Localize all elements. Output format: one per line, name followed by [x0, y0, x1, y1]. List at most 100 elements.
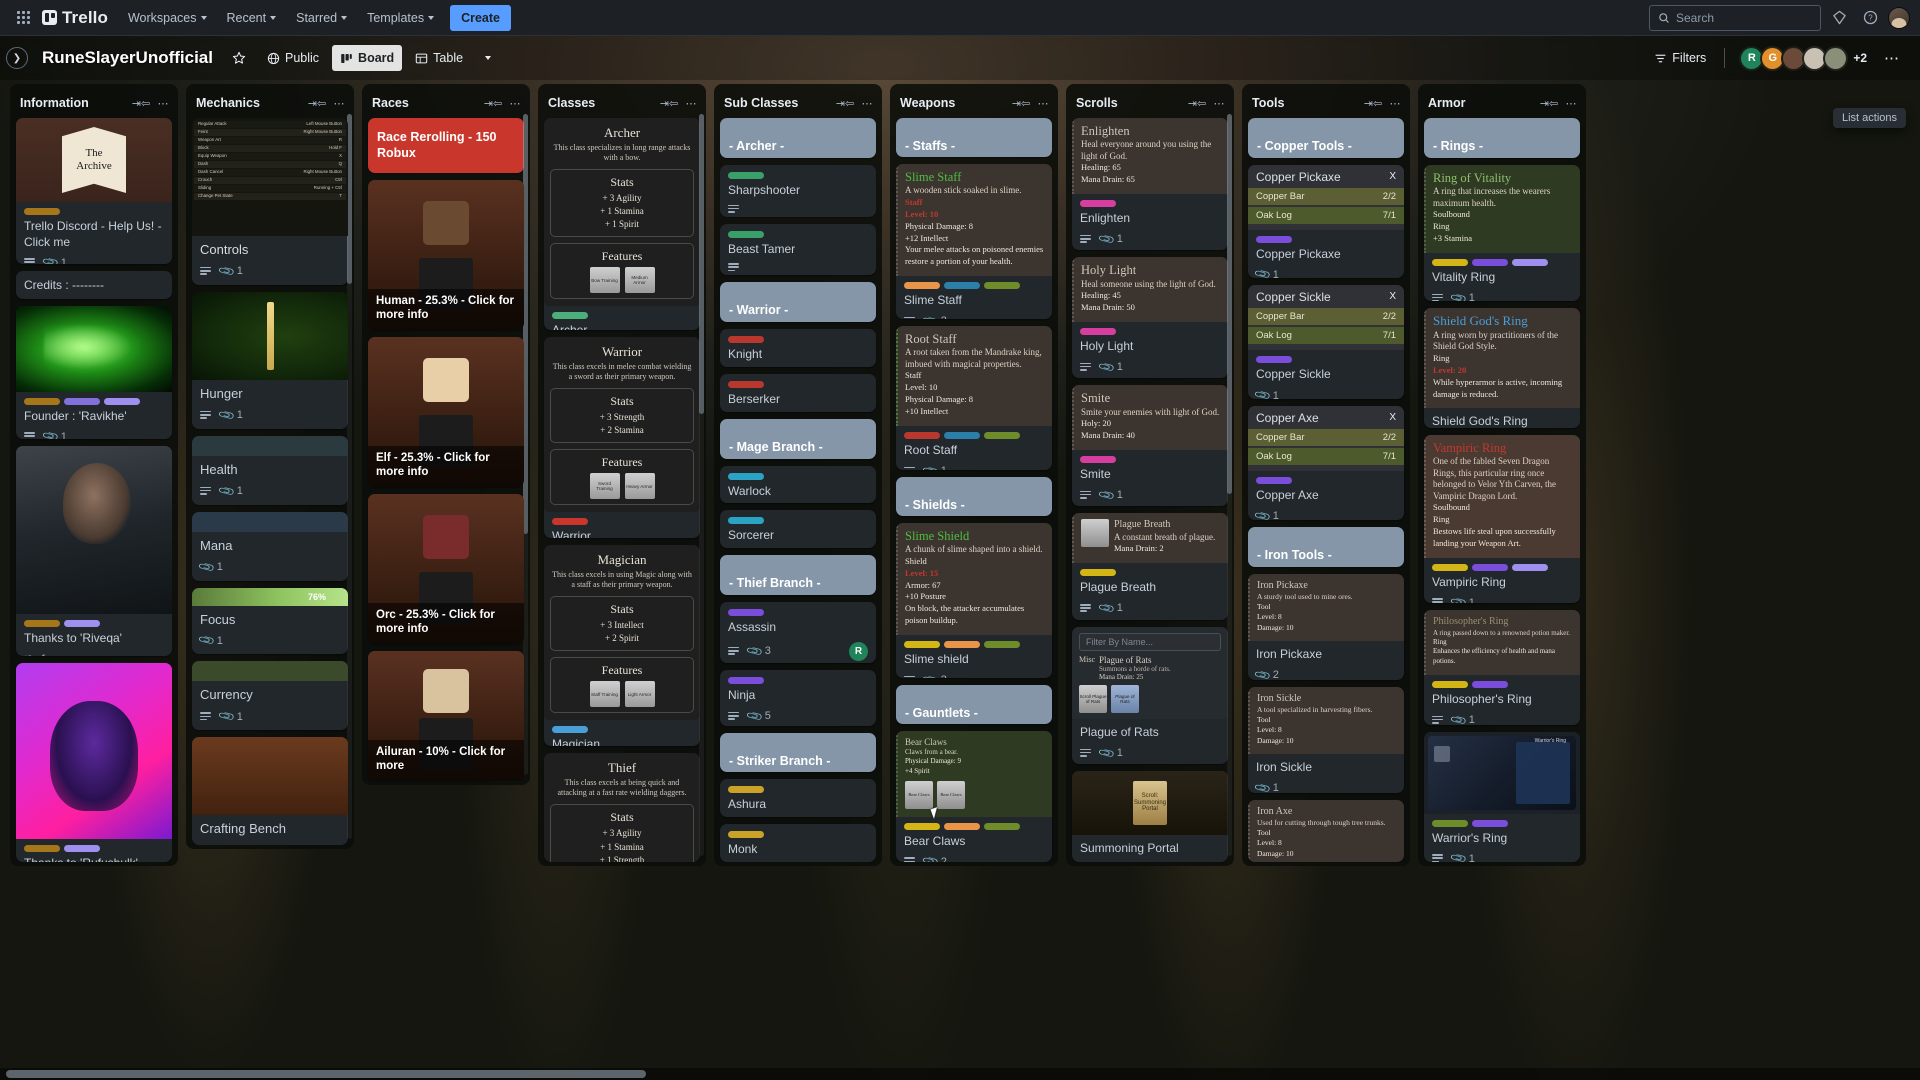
- card-vampiric-ring[interactable]: Vampiric Ring One of the fabled Seven Dr…: [1424, 434, 1580, 604]
- card-class-magician[interactable]: Magician This class excels in using Magi…: [544, 545, 700, 747]
- card-holy-light[interactable]: Holy Light Heal someone using the light …: [1072, 257, 1228, 379]
- card-hunger[interactable]: Hunger 📎 1: [192, 291, 348, 429]
- card-race-orc[interactable]: Orc - 25.3% - Click for more info: [368, 493, 524, 644]
- card-bear-claws[interactable]: Bear Claws Claws from a bear. Physical D…: [896, 730, 1052, 862]
- label[interactable]: [984, 822, 1020, 830]
- card-section-rings[interactable]: - Rings -: [1424, 118, 1580, 158]
- card-philosophers-ring[interactable]: Philosopher's Ring A ring passed down to…: [1424, 610, 1580, 725]
- label[interactable]: [944, 822, 980, 830]
- label[interactable]: [1432, 680, 1468, 688]
- card-credits[interactable]: Credits : --------: [16, 271, 172, 299]
- list-title[interactable]: Weapons: [900, 96, 1008, 110]
- collapse-list-icon[interactable]: ⇥⇦: [836, 94, 854, 112]
- card-ninja[interactable]: Ninja 📎 5: [720, 670, 876, 726]
- card-class-warrior[interactable]: Warrior This class excels in melee comba…: [544, 337, 700, 539]
- label[interactable]: [24, 208, 60, 215]
- label[interactable]: [728, 171, 764, 179]
- search-input[interactable]: Search: [1649, 4, 1821, 31]
- nav-workspaces[interactable]: Workspaces: [120, 5, 215, 31]
- label[interactable]: [1256, 356, 1292, 364]
- close-icon[interactable]: X: [1389, 291, 1404, 302]
- collapse-list-icon[interactable]: ⇥⇦: [308, 94, 326, 112]
- list-title[interactable]: Scrolls: [1076, 96, 1184, 110]
- board-menu-button[interactable]: ⋯: [1876, 45, 1908, 71]
- label[interactable]: [1256, 477, 1292, 485]
- nav-templates[interactable]: Templates: [359, 5, 442, 31]
- card-copper-axe[interactable]: Copper Axe X Copper Bar 2/2 Oak Log 7/1 …: [1248, 406, 1404, 521]
- collapse-list-icon[interactable]: ⇥⇦: [1540, 94, 1558, 112]
- card-thanks-riveqa[interactable]: Thanks to 'Riveqa' 📎 1: [16, 446, 172, 656]
- label[interactable]: [984, 641, 1020, 649]
- board-title[interactable]: RuneSlayerUnofficial: [36, 45, 219, 71]
- label[interactable]: [728, 472, 764, 480]
- card-race-rerolling[interactable]: Race Rerolling - 150 Robux: [368, 118, 524, 173]
- label[interactable]: [728, 336, 764, 344]
- create-button[interactable]: Create: [450, 4, 512, 31]
- list-scrollbar[interactable]: [1227, 114, 1232, 856]
- label[interactable]: [1472, 258, 1508, 266]
- label[interactable]: [984, 282, 1020, 290]
- list-menu-icon[interactable]: ⋯: [1386, 94, 1404, 112]
- card-slime-staff[interactable]: Slime Staff A wooden stick soaked in sli…: [896, 164, 1052, 320]
- card-knight[interactable]: Knight: [720, 329, 876, 368]
- list-title[interactable]: Classes: [548, 96, 656, 110]
- card-race-ailuran[interactable]: Ailuran - 10% - Click for more: [368, 650, 524, 781]
- card-assassin[interactable]: Assassin 📎 3 R: [720, 602, 876, 664]
- card-race-human[interactable]: Human - 25.3% - Click for more info: [368, 179, 524, 330]
- card-class-thief[interactable]: Thief This class excels at being quick a…: [544, 753, 700, 862]
- label[interactable]: [944, 641, 980, 649]
- label[interactable]: [64, 844, 100, 852]
- card-section-iron-tools[interactable]: - Iron Tools -: [1248, 527, 1404, 567]
- label[interactable]: [1472, 680, 1508, 688]
- card-health[interactable]: Health 📎 1: [192, 435, 348, 505]
- label[interactable]: [1472, 563, 1508, 571]
- card-beast-tamer[interactable]: Beast Tamer: [720, 223, 876, 276]
- star-icon[interactable]: [224, 45, 254, 71]
- card-thanks-rufushulk[interactable]: Thanks to 'Rufushulk': [16, 662, 172, 862]
- horizontal-scrollbar[interactable]: [0, 1068, 1920, 1080]
- label[interactable]: [728, 517, 764, 525]
- label[interactable]: [728, 230, 764, 238]
- list-title[interactable]: Information: [20, 96, 128, 110]
- card-focus[interactable]: 76% Focus 📎 1: [192, 587, 348, 655]
- label[interactable]: [1432, 819, 1468, 827]
- label[interactable]: [1432, 563, 1468, 571]
- label[interactable]: [1512, 258, 1548, 266]
- nav-recent[interactable]: Recent: [219, 5, 285, 31]
- label[interactable]: [1472, 819, 1508, 827]
- card-ashura[interactable]: Ashura: [720, 779, 876, 818]
- label[interactable]: [904, 282, 940, 290]
- close-icon[interactable]: X: [1389, 412, 1404, 423]
- card-founder[interactable]: Founder : 'Ravikhe' 📎 1: [16, 305, 172, 440]
- card-section-gauntlets[interactable]: - Gauntlets -: [896, 684, 1052, 724]
- list-menu-icon[interactable]: ⋯: [1210, 94, 1228, 112]
- list-title[interactable]: Tools: [1252, 96, 1360, 110]
- card-section-mage-branch[interactable]: - Mage Branch -: [720, 418, 876, 459]
- card-plague-of-rats[interactable]: Filter By Name... Misc Plague of Rats Su…: [1072, 627, 1228, 765]
- label[interactable]: [1080, 200, 1116, 208]
- label[interactable]: [104, 397, 140, 405]
- list-menu-icon[interactable]: ⋯: [682, 94, 700, 112]
- card-section-warrior[interactable]: - Warrior -: [720, 282, 876, 323]
- card-section-thief-branch[interactable]: - Thief Branch -: [720, 555, 876, 596]
- label[interactable]: [984, 431, 1020, 439]
- card-iron-axe[interactable]: Iron Axe Used for cutting through tough …: [1248, 799, 1404, 862]
- card-section-staffs[interactable]: - Staffs -: [896, 118, 1052, 158]
- label[interactable]: [944, 282, 980, 290]
- card-monk[interactable]: Monk: [720, 824, 876, 862]
- card-iron-pickaxe[interactable]: Iron Pickaxe A sturdy tool used to mine …: [1248, 573, 1404, 680]
- label[interactable]: [24, 844, 60, 852]
- label[interactable]: [64, 397, 100, 405]
- bell-icon[interactable]: [1826, 5, 1852, 31]
- card-sorcerer[interactable]: Sorcerer: [720, 510, 876, 549]
- card-shield-gods-ring[interactable]: Shield God's Ring A ring worn by practit…: [1424, 307, 1580, 428]
- horizontal-scrollbar-thumb[interactable]: [6, 1070, 646, 1078]
- label[interactable]: [944, 431, 980, 439]
- board-visibility-button[interactable]: Public: [259, 45, 327, 71]
- card-iron-sickle[interactable]: Iron Sickle A tool specialized in harves…: [1248, 686, 1404, 793]
- label[interactable]: [904, 641, 940, 649]
- card-vitality-ring[interactable]: Ring of Vitality A ring that increases t…: [1424, 164, 1580, 301]
- label[interactable]: [728, 786, 764, 794]
- list-menu-icon[interactable]: ⋯: [1562, 94, 1580, 112]
- view-tab-table[interactable]: Table: [407, 45, 471, 71]
